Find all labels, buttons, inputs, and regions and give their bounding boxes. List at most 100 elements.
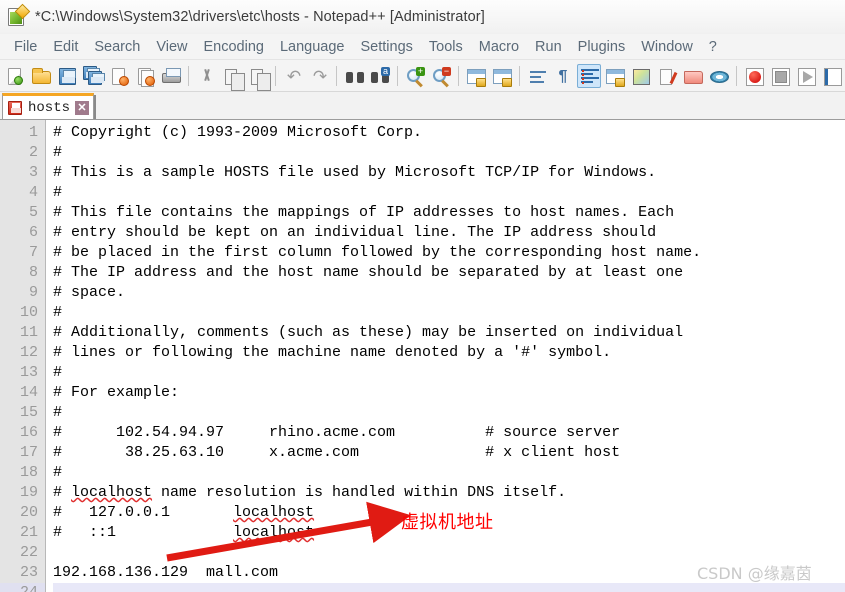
- code-line: #: [53, 184, 63, 201]
- function-list-icon[interactable]: [655, 64, 679, 88]
- redo-icon[interactable]: ↷: [307, 64, 331, 88]
- line-number: 18: [19, 464, 38, 481]
- folder-as-workspace-icon[interactable]: [681, 64, 705, 88]
- menu-item-settings[interactable]: Settings: [352, 37, 420, 57]
- monitoring-icon[interactable]: [707, 64, 731, 88]
- paste-icon[interactable]: [246, 64, 271, 91]
- line-number-gutter: 1 2 3 4 5 6 7 8 9 10 11 12 13 14 15 16 1…: [0, 120, 46, 592]
- tab-label: hosts: [28, 99, 71, 116]
- editor-pane[interactable]: 1 2 3 4 5 6 7 8 9 10 11 12 13 14 15 16 1…: [0, 120, 845, 592]
- menu-item-edit[interactable]: Edit: [45, 37, 86, 57]
- code-line-21: # ::1 localhost: [53, 524, 315, 541]
- line-number: 1: [28, 124, 38, 141]
- new-file-icon[interactable]: [3, 64, 27, 88]
- line-number: 20: [19, 504, 38, 521]
- misspelled-word: localhost: [71, 484, 153, 501]
- code-line: # space.: [53, 284, 126, 301]
- code-line: # This is a sample HOSTS file used by Mi…: [53, 164, 657, 181]
- stop-recording-macro-icon[interactable]: [768, 64, 792, 88]
- sync-horizontal-scroll-icon[interactable]: [490, 64, 514, 88]
- word-wrap-icon[interactable]: [525, 64, 549, 88]
- print-icon[interactable]: [159, 64, 183, 88]
- code-line: # entry should be kept on an individual …: [53, 224, 657, 241]
- line-number: 12: [19, 344, 38, 361]
- code-line: #: [53, 304, 63, 321]
- menu-item-help[interactable]: ?: [701, 37, 725, 57]
- line-number: 19: [19, 484, 38, 501]
- line-number: 14: [19, 384, 38, 401]
- line-number: 2: [28, 144, 38, 161]
- line-number: 22: [19, 544, 38, 561]
- show-all-characters-icon[interactable]: ¶: [551, 64, 575, 88]
- line-number: 21: [19, 524, 38, 541]
- toolbar-separator: [519, 65, 520, 86]
- run-macro-multiple-times-icon[interactable]: [820, 64, 844, 88]
- code-line: 192.168.136.129 mall.com: [53, 564, 279, 581]
- tab-bar: hosts ✕: [0, 92, 845, 120]
- menu-bar: File Edit Search View Encoding Language …: [0, 34, 845, 60]
- menu-item-view[interactable]: View: [148, 37, 195, 57]
- code-line: #: [53, 144, 63, 161]
- code-line: # Copyright (c) 1993-2009 Microsoft Corp…: [53, 124, 423, 141]
- notepad-plus-plus-icon: [7, 3, 31, 27]
- code-line: #: [53, 404, 63, 421]
- unsaved-floppy-icon: [8, 100, 22, 115]
- cut-icon[interactable]: [194, 64, 218, 88]
- code-line: # This file contains the mappings of IP …: [53, 204, 675, 221]
- menu-item-plugins[interactable]: Plugins: [570, 37, 634, 57]
- menu-item-encoding[interactable]: Encoding: [196, 37, 272, 57]
- line-number: 13: [19, 364, 38, 381]
- toolbar-separator: [188, 65, 189, 86]
- playback-macro-icon[interactable]: [794, 64, 818, 88]
- toolbar-separator: [275, 65, 276, 86]
- line-number: 7: [28, 244, 38, 261]
- copy-icon[interactable]: [220, 64, 245, 91]
- zoom-out-icon[interactable]: −: [429, 64, 453, 88]
- window-title: *C:\Windows\System32\drivers\etc\hosts -…: [35, 8, 485, 25]
- code-line: # be placed in the first column followed…: [53, 244, 702, 261]
- menu-item-window[interactable]: Window: [633, 37, 701, 57]
- menu-item-run[interactable]: Run: [527, 37, 570, 57]
- toolbar-separator: [736, 65, 737, 86]
- tab-hosts[interactable]: hosts ✕: [2, 93, 95, 119]
- code-line-19: # localhost name resolution is handled w…: [53, 484, 567, 501]
- code-line: #: [53, 364, 63, 381]
- line-number: 5: [28, 204, 38, 221]
- code-line-20: # 127.0.0.1 localhost: [53, 504, 315, 521]
- close-file-icon[interactable]: [107, 64, 131, 88]
- open-file-icon[interactable]: [29, 64, 53, 88]
- title-bar: *C:\Windows\System32\drivers\etc\hosts -…: [0, 0, 845, 34]
- code-area[interactable]: # Copyright (c) 1993-2009 Microsoft Corp…: [46, 120, 845, 592]
- close-all-files-icon[interactable]: [133, 64, 157, 88]
- undo-icon[interactable]: ↶: [281, 64, 305, 88]
- close-icon[interactable]: ✕: [75, 100, 90, 115]
- line-number: 11: [19, 324, 38, 341]
- user-defined-dialog-icon[interactable]: [603, 64, 627, 88]
- notepadpp-window: *C:\Windows\System32\drivers\etc\hosts -…: [0, 0, 845, 592]
- show-indent-guide-icon[interactable]: [577, 63, 601, 88]
- menu-item-macro[interactable]: Macro: [471, 37, 527, 57]
- line-number: 16: [19, 424, 38, 441]
- code-line: # The IP address and the host name shoul…: [53, 264, 684, 281]
- save-icon[interactable]: [55, 64, 79, 88]
- code-line: # Additionally, comments (such as these)…: [53, 324, 684, 341]
- toolbar: ↶ ↷ a + − ¶: [0, 60, 845, 92]
- sync-vertical-scroll-icon[interactable]: [464, 64, 488, 88]
- menu-item-language[interactable]: Language: [272, 37, 353, 57]
- replace-icon[interactable]: a: [368, 64, 392, 88]
- document-map-icon[interactable]: [629, 64, 653, 88]
- line-number: 6: [28, 224, 38, 241]
- menu-item-tools[interactable]: Tools: [421, 37, 471, 57]
- start-recording-macro-icon[interactable]: [742, 64, 766, 88]
- tab-divider: [94, 95, 97, 119]
- zoom-in-icon[interactable]: +: [403, 64, 427, 88]
- menu-item-search[interactable]: Search: [86, 37, 148, 57]
- find-icon[interactable]: [342, 64, 366, 88]
- line-number: 3: [28, 164, 38, 181]
- toolbar-separator: [397, 65, 398, 86]
- code-line: # lines or following the machine name de…: [53, 344, 612, 361]
- save-all-icon[interactable]: [81, 64, 105, 88]
- menu-item-file[interactable]: File: [6, 37, 45, 57]
- code-line: #: [53, 464, 63, 481]
